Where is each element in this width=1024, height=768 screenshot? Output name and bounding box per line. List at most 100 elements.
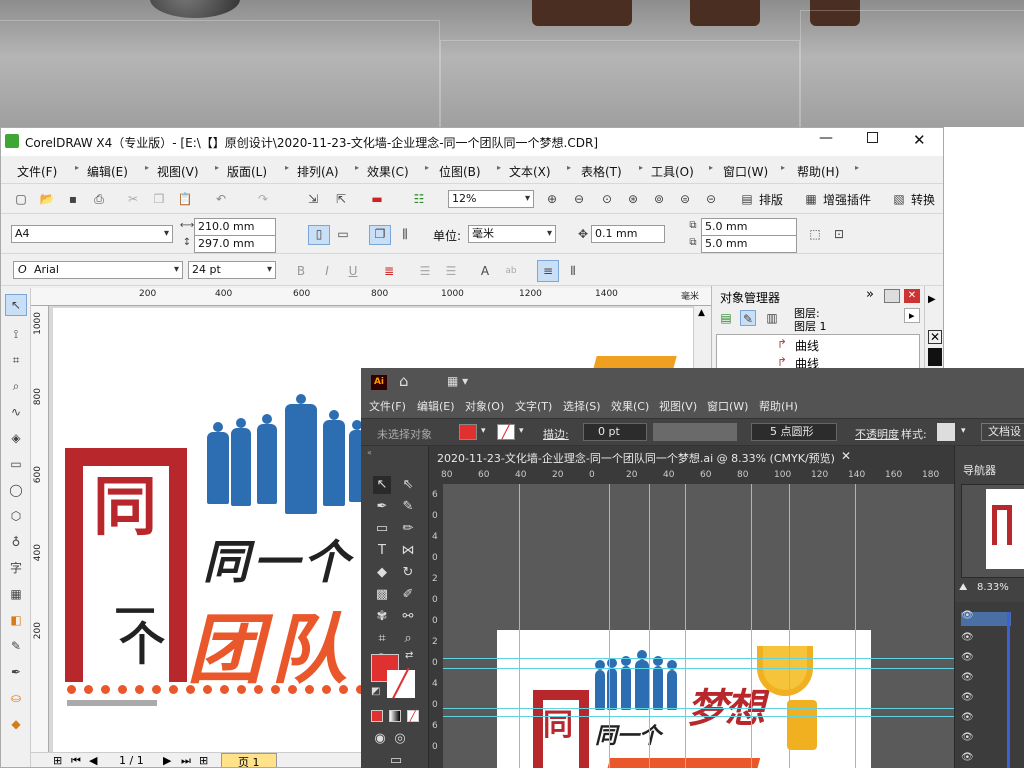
close-tab-icon[interactable]: ✕ (841, 449, 851, 463)
gradient-tool-icon[interactable]: ▩ (373, 586, 391, 604)
artboard-tool-icon[interactable]: ⌗ (373, 630, 391, 648)
style-swatch[interactable] (937, 423, 955, 441)
drop-cap-icon[interactable]: ☰ (443, 263, 459, 279)
docker-minimize-icon[interactable] (884, 289, 900, 303)
black-swatch[interactable] (928, 348, 942, 366)
ai-menu-item[interactable]: 对象(O) (465, 398, 504, 414)
rectangle-tool-icon[interactable]: ▭ (8, 456, 24, 472)
zoom-in-icon[interactable]: ⊕ (544, 191, 560, 207)
layer-manager-view-icon[interactable]: ▥ (764, 310, 780, 326)
color-mode-icon[interactable] (371, 710, 383, 722)
symbol-sprayer-icon[interactable]: ✾ (373, 608, 391, 626)
corel-menu-item[interactable]: 窗口(W) (723, 163, 768, 180)
brush-select[interactable]: 5 点圆形 (751, 423, 837, 441)
export-icon[interactable]: ⇱ (333, 191, 349, 207)
text-align-icon[interactable]: ≣ (381, 263, 397, 279)
page-size-select[interactable]: A4 (11, 225, 173, 243)
eyedropper-tool-icon[interactable]: ✐ (399, 586, 417, 604)
page-height-input[interactable]: 297.0 mm (194, 235, 276, 253)
corel-menu-item[interactable]: 工具(O) (651, 163, 694, 180)
layer-eye-icon[interactable]: 👁 (961, 693, 974, 703)
stroke-none-swatch[interactable]: ╱ (497, 424, 515, 440)
interactive-fill-icon[interactable]: ◆ (8, 716, 24, 732)
none-mode-icon[interactable]: ╱ (407, 710, 419, 722)
layer-eye-icon[interactable]: 👁 (961, 633, 974, 643)
direct-selection-icon[interactable]: ⇖ (399, 476, 417, 494)
corel-menu-item[interactable]: 排列(A) (297, 163, 339, 180)
curvature-tool-icon[interactable]: ✎ (399, 498, 417, 516)
nudge-offset-input[interactable]: 0.1 mm (591, 225, 665, 243)
show-properties-icon[interactable]: ▤ (718, 310, 734, 326)
layer-eye-icon[interactable]: 👁 (961, 753, 974, 763)
pencil-tool-icon[interactable]: ✏ (399, 520, 417, 538)
paste-icon[interactable]: 📋 (177, 191, 193, 207)
corel-menu-item[interactable]: 版面(L) (227, 163, 267, 180)
style-dropdown-icon[interactable]: ▾ (961, 426, 966, 436)
fill-tool-icon[interactable]: ⛀ (8, 690, 24, 706)
cut-icon[interactable]: ✂ (125, 191, 141, 207)
eraser-tool-icon[interactable]: ◆ (373, 564, 391, 582)
swap-colors-icon[interactable]: ⇄ (405, 650, 413, 661)
convert-button[interactable]: 转换 (911, 191, 935, 208)
crop-tool-icon[interactable]: ⌗ (8, 352, 24, 368)
last-page-icon[interactable]: ⏭ (181, 754, 191, 767)
ai-menu-item[interactable]: 帮助(H) (759, 398, 798, 414)
layer-eye-icon[interactable]: 👁 (961, 673, 974, 683)
document-tab[interactable]: 2020-11-23-文化墙-企业理念-同一个团队同一个梦想.ai @ 8.33… (437, 450, 835, 466)
smart-fill-icon[interactable]: ◈ (8, 430, 24, 446)
minimize-icon[interactable]: — (819, 130, 833, 146)
prev-page-icon[interactable]: ◀ (89, 754, 97, 767)
copy-icon[interactable]: ❐ (151, 191, 167, 207)
layer-menu-icon[interactable]: ▸ (904, 308, 920, 323)
docker-close-icon[interactable]: ✕ (904, 289, 920, 303)
zoom-selected-icon[interactable]: ⊙ (599, 191, 615, 207)
document-setup-button[interactable]: 文档设 (981, 423, 1024, 441)
opacity-label[interactable]: 不透明度 (855, 426, 899, 442)
import-icon[interactable]: ⇲ (305, 191, 321, 207)
next-page-icon[interactable]: ▶ (163, 754, 171, 767)
freehand-tool-icon[interactable]: ∿ (8, 404, 24, 420)
screen-mode-icon[interactable]: ▭ (387, 752, 405, 768)
stroke-weight-input[interactable]: 0 pt (583, 423, 647, 441)
layer-eye-icon[interactable]: 👁 (961, 713, 974, 723)
corel-menu-item[interactable]: 文件(F) (17, 163, 57, 180)
page-width-input[interactable]: 210.0 mm (194, 218, 276, 236)
rectangle-tool-icon[interactable]: ▭ (373, 520, 391, 538)
scroll-up-icon[interactable]: ▲ (698, 308, 705, 318)
corel-menu-item[interactable]: 编辑(E) (87, 163, 128, 180)
corel-menu-item[interactable]: 表格(T) (581, 163, 622, 180)
all-pages-icon[interactable]: ❐ (369, 225, 391, 245)
stroke-color-box[interactable]: ╱ (387, 670, 415, 698)
font-family-select[interactable]: O Arial (13, 261, 183, 279)
reflect-tool-icon[interactable]: ⋈ (399, 542, 417, 560)
treat-as-filled-icon[interactable]: ⬚ (807, 226, 823, 242)
draw-normal-icon[interactable]: ◉ (371, 730, 389, 748)
workspace-switcher-icon[interactable]: ▦ ▾ (447, 374, 468, 388)
eyedropper-icon[interactable]: ✎ (8, 638, 24, 654)
rotate-tool-icon[interactable]: ↻ (399, 564, 417, 582)
add-page-icon[interactable]: ⊞ (53, 754, 62, 767)
type-tool-icon[interactable]: T (373, 542, 391, 560)
palette-arrow-icon[interactable]: ▶ (928, 294, 936, 305)
page-tab-1[interactable]: 页 1 (221, 753, 277, 767)
ai-menu-item[interactable]: 编辑(E) (417, 398, 455, 414)
polygon-tool-icon[interactable]: ⬡ (8, 508, 24, 524)
undo-icon[interactable]: ↶ (213, 191, 229, 207)
ellipse-tool-icon[interactable]: ◯ (8, 482, 24, 498)
zoom-page-icon[interactable]: ⊚ (651, 191, 667, 207)
portrait-icon[interactable]: ▯ (308, 225, 330, 245)
navigator-zoom-icon[interactable]: ⛰ (959, 582, 967, 593)
corel-menu-item[interactable]: 文本(X) (509, 163, 551, 180)
ai-menu-item[interactable]: 视图(V) (659, 398, 697, 414)
no-color-swatch[interactable]: ✕ (928, 330, 942, 344)
publish-pdf-icon[interactable]: ▬ (369, 191, 385, 207)
character-format-icon[interactable]: A (477, 263, 493, 279)
close-icon[interactable]: ✕ (913, 131, 926, 149)
duplicate-x-input[interactable]: 5.0 mm (701, 218, 797, 236)
ai-menu-item[interactable]: 文字(T) (515, 398, 552, 414)
zoom-height-icon[interactable]: ⊝ (703, 191, 719, 207)
navigator-preview[interactable] (961, 484, 1024, 578)
docker-expand-icon[interactable]: » (866, 287, 874, 302)
pick-tool-icon[interactable]: ↖ (5, 294, 27, 316)
zoom-tool-icon[interactable]: ⌕ (8, 378, 24, 394)
